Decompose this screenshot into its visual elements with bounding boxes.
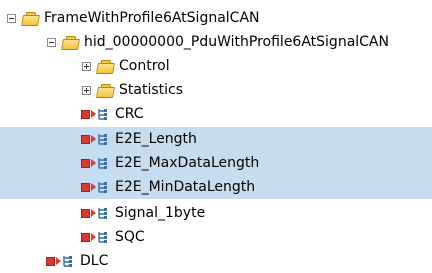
folder-icon	[96, 83, 115, 98]
tree-node-label: SQC	[115, 229, 145, 245]
collapse-toggle-icon[interactable]	[47, 37, 56, 47]
tree-node-folder-statistics[interactable]: Statistics	[0, 78, 432, 102]
tree-node-signal-sqc[interactable]: SQC	[0, 225, 432, 249]
tree-node-frame[interactable]: FrameWithProfile6AtSignalCAN	[0, 6, 432, 30]
tree-node-label: Statistics	[119, 82, 183, 98]
folder-icon	[96, 59, 115, 74]
tree-node-signal-e2e-length[interactable]: E2E_Length	[0, 127, 432, 151]
tree-node-signal-signal-1byte[interactable]: Signal_1byte	[0, 201, 432, 225]
tree-node-label: E2E_Length	[115, 131, 197, 147]
signal-icon	[81, 206, 111, 220]
tree-node-signal-e2e-mindatalength[interactable]: E2E_MinDataLength	[0, 175, 432, 199]
signal-icon	[81, 180, 111, 194]
tree-node-label: hid_00000000_PduWithProfile6AtSignalCAN	[84, 34, 389, 50]
tree-node-label: E2E_MaxDataLength	[115, 155, 260, 171]
tree-node-signal-e2e-maxdatalength[interactable]: E2E_MaxDataLength	[0, 151, 432, 175]
signal-icon	[46, 254, 76, 268]
folder-icon	[21, 11, 40, 26]
signal-icon	[81, 230, 111, 244]
folder-icon	[61, 35, 80, 50]
signal-icon	[81, 107, 111, 121]
tree-node-label: CRC	[115, 106, 144, 122]
tree-node-label: Signal_1byte	[115, 205, 206, 221]
tree-node-label: DLC	[80, 253, 109, 269]
collapse-toggle-icon[interactable]	[7, 13, 16, 23]
tree-node-signal-dlc[interactable]: DLC	[0, 249, 432, 273]
signal-icon	[81, 132, 111, 146]
expand-toggle-icon[interactable]	[82, 85, 91, 95]
tree-node-label: E2E_MinDataLength	[115, 179, 256, 195]
tree-node-folder-control[interactable]: Control	[0, 54, 432, 78]
signal-tree: FrameWithProfile6AtSignalCAN hid_0000000…	[0, 0, 432, 269]
tree-node-label: FrameWithProfile6AtSignalCAN	[44, 10, 260, 26]
expand-toggle-icon[interactable]	[82, 61, 91, 71]
tree-node-pdu[interactable]: hid_00000000_PduWithProfile6AtSignalCAN	[0, 30, 432, 54]
tree-node-label: Control	[119, 58, 170, 74]
tree-node-signal-crc[interactable]: CRC	[0, 102, 432, 126]
signal-icon	[81, 156, 111, 170]
